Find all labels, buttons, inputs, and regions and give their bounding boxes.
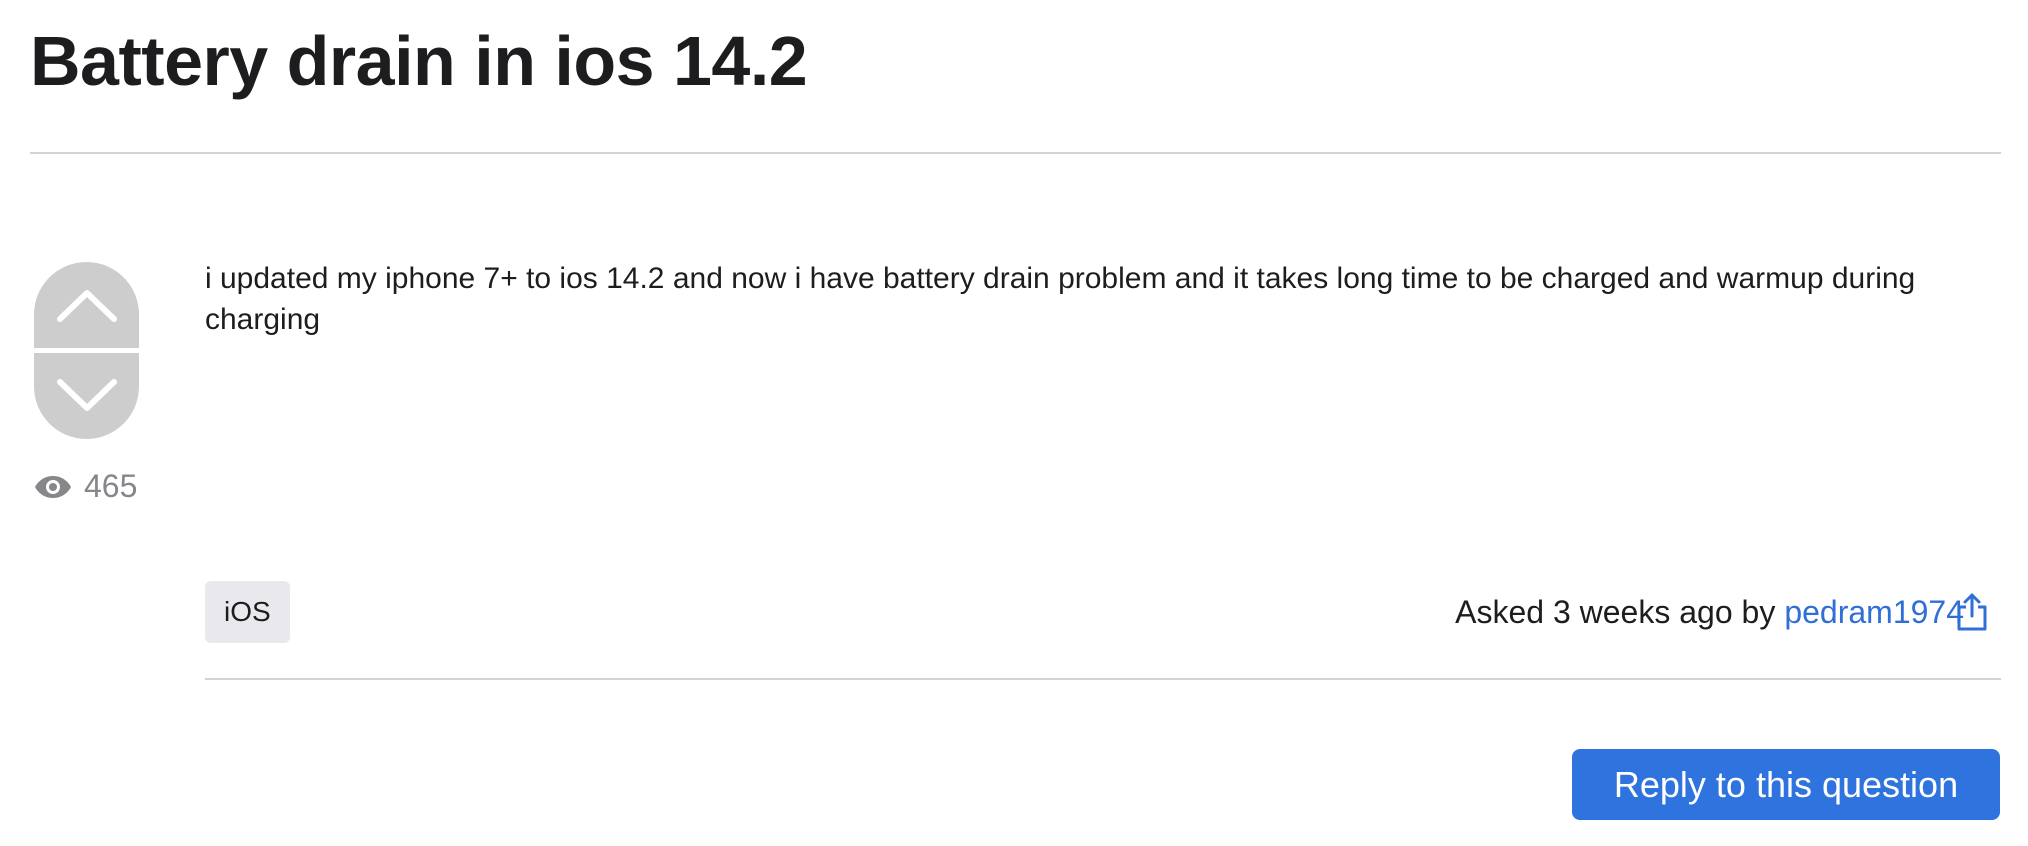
question-body: i updated my iphone 7+ to ios 14.2 and n…: [205, 262, 1916, 336]
question-page: Battery drain in ios 14.2 465 i updated …: [0, 0, 2028, 846]
upvote-button[interactable]: [34, 262, 139, 348]
downvote-button[interactable]: [34, 353, 139, 439]
share-button[interactable]: [1955, 592, 1989, 632]
vote-control: [34, 262, 139, 439]
asked-label: Asked 3 weeks ago by: [1455, 593, 1776, 630]
eye-icon: [35, 475, 71, 498]
view-count-value: 465: [84, 468, 138, 504]
tag-ios[interactable]: iOS: [205, 581, 290, 643]
footer-divider: [205, 678, 2001, 680]
title-divider: [30, 152, 2001, 154]
author-link[interactable]: pedram1974: [1784, 594, 1964, 631]
chevron-down-icon: [56, 379, 117, 411]
share-icon: [1957, 593, 1987, 631]
question-meta: Asked 3 weeks ago by pedram1974: [1455, 590, 1964, 634]
view-count: 465: [34, 468, 137, 505]
reply-button[interactable]: Reply to this question: [1572, 749, 2000, 820]
page-title: Battery drain in ios 14.2: [30, 22, 808, 100]
chevron-up-icon: [56, 290, 117, 322]
